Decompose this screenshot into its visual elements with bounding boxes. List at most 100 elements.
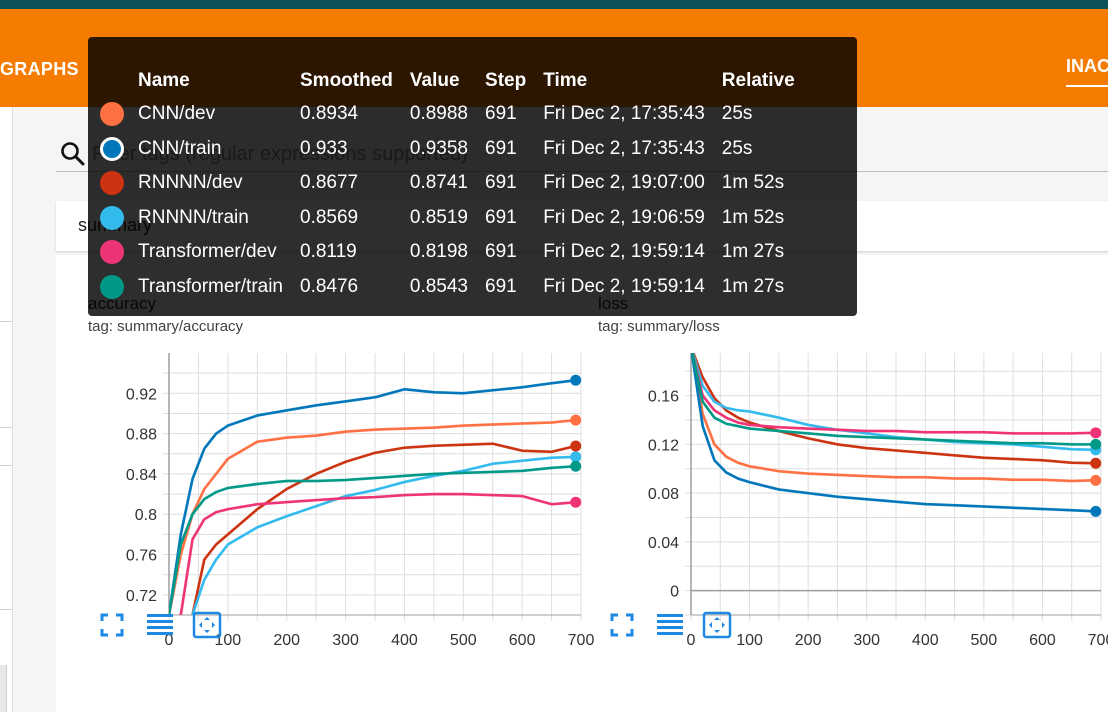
x-tick-label: 600: [509, 632, 536, 649]
tooltip-row: CNN/dev 0.8934 0.8988 691 Fri Dec 2, 17:35:4…: [100, 97, 804, 132]
tooltip-swatch-cell: [100, 235, 130, 270]
tooltip-cell-time: Fri Dec 2, 19:59:14: [543, 275, 705, 297]
sidebar-divider: [0, 321, 12, 322]
tooltip-header-value: Value: [409, 70, 460, 91]
tooltip-cell-time: Fri Dec 2, 17:35:43: [543, 137, 705, 159]
tooltip-cell-value: 0.8741: [409, 172, 469, 194]
tooltip-cell-step: 691: [485, 275, 517, 297]
y-tick-label: 0.08: [648, 486, 679, 503]
tooltip-header-smoothed: Smoothed: [300, 70, 393, 91]
tooltip-cell-name: CNN/train: [138, 137, 222, 159]
x-tick-label: 300: [332, 632, 359, 649]
tooltip-header-name: Name: [138, 70, 190, 91]
tooltip-row: RNNNN/train 0.8569 0.8519 691 Fri Dec 2, 19:…: [100, 201, 804, 236]
tab-inactive[interactable]: INAC: [1066, 56, 1108, 87]
window-top-strip: [0, 0, 1108, 9]
x-tick-label: 600: [1029, 632, 1056, 649]
x-tick-label: 200: [273, 632, 300, 649]
series-raw-line-rnnnn-train: [191, 455, 576, 615]
tooltip-row: Transformer/dev 0.8119 0.8198 691 Fri Dec 2,…: [100, 235, 804, 270]
sidebar-handle[interactable]: [0, 665, 7, 712]
series-endpoint-transformer-dev: [1090, 427, 1102, 439]
fullscreen-icon[interactable]: [97, 610, 127, 640]
x-tick-label: 700: [568, 632, 595, 649]
sidebar-divider: [0, 465, 12, 466]
series-endpoint-transformer-dev: [570, 496, 582, 508]
series-endpoint-rnnnn-dev: [570, 440, 582, 452]
tooltip-cell-name: CNN/dev: [138, 103, 216, 125]
tooltip-cell-name: Transformer/train: [138, 275, 283, 297]
tooltip-cell-time: Fri Dec 2, 19:59:14: [543, 241, 705, 263]
x-tick-label: 0: [687, 632, 696, 649]
series-line-rnnnn-dev: [191, 442, 576, 615]
series-color-swatch: [100, 136, 124, 161]
tooltip-cell-relative: 1m 52s: [721, 206, 785, 228]
fit-domain-icon[interactable]: [702, 610, 732, 640]
y-tick-label: 0.88: [126, 427, 157, 444]
x-tick-label: 400: [391, 632, 418, 649]
tooltip-table: Name Smoothed Value Step Time Relative C…: [100, 65, 804, 304]
tooltip-cell-step: 691: [485, 103, 517, 125]
tooltip-cell-value: 0.8519: [409, 206, 469, 228]
tooltip-swatch-cell: [100, 97, 130, 132]
y-tick-label: 0.72: [126, 588, 157, 605]
fit-domain-icon[interactable]: [192, 610, 222, 640]
tooltip-cell-relative: 25s: [721, 137, 753, 159]
series-color-swatch: [100, 205, 124, 230]
tooltip-cell-relative: 1m 52s: [721, 172, 785, 194]
y-tick-label: 0.12: [648, 437, 679, 454]
series-endpoint-cnn-dev: [570, 414, 582, 426]
tooltip-cell-relative: 1m 27s: [721, 241, 785, 263]
tooltip-cell-relative: 1m 27s: [721, 275, 785, 297]
tab-graphs[interactable]: GRAPHS: [0, 59, 79, 80]
tooltip-cell-step: 691: [485, 137, 517, 159]
x-tick-label: 300: [853, 632, 880, 649]
series-color-swatch: [100, 274, 124, 299]
tooltip-cell-name: RNNNN/train: [138, 206, 249, 228]
sidebar-divider: [0, 427, 12, 428]
tooltip-swatch-cell: [100, 270, 130, 305]
tooltip-cell-value: 0.8543: [409, 275, 469, 297]
tooltip-swatch-cell: [100, 166, 130, 201]
toggle-log-scale-icon[interactable]: [655, 610, 685, 640]
tooltip-header-swatch: [100, 65, 130, 97]
tooltip-swatch-cell: [100, 201, 130, 236]
tooltip-row: RNNNN/dev 0.8677 0.8741 691 Fri Dec 2, 19:07…: [100, 166, 804, 201]
series-endpoint-rnnnn-dev: [1090, 457, 1102, 469]
series-raw-line-rnnnn-dev: [191, 442, 577, 615]
tooltip-swatch-cell: [100, 132, 130, 167]
tooltip-cell-step: 691: [485, 241, 517, 263]
tooltip-header-step: Step: [485, 70, 527, 91]
series-endpoint-cnn-train: [570, 374, 582, 386]
loss-card-tag: tag: summary/loss: [598, 318, 720, 335]
tooltip-header-row: Name Smoothed Value Step Time Relative: [100, 65, 804, 97]
toggle-log-scale-icon[interactable]: [145, 610, 175, 640]
tooltip-header-time: Time: [543, 70, 588, 91]
tooltip-cell-value: 0.8198: [409, 241, 469, 263]
fullscreen-icon[interactable]: [607, 610, 637, 640]
y-tick-label: 0.16: [648, 389, 679, 406]
tooltip-cell-smoothed: 0.8476: [300, 275, 359, 297]
tooltip-cell-smoothed: 0.933: [300, 137, 348, 159]
tooltip-cell-smoothed: 0.8569: [300, 206, 359, 228]
series-line-transformer-train: [169, 465, 576, 615]
y-tick-label: 0.04: [648, 535, 679, 552]
series-endpoint-transformer-train: [1090, 438, 1102, 450]
left-sidebar: [0, 107, 13, 712]
tooltip-cell-value: 0.8988: [409, 103, 469, 125]
series-color-swatch: [100, 102, 124, 127]
y-tick-label: 0.8: [135, 507, 157, 524]
tooltip-cell-step: 691: [485, 206, 517, 228]
tooltip-cell-smoothed: 0.8934: [300, 103, 359, 125]
series-endpoint-rnnnn-train: [570, 451, 582, 463]
sidebar-divider: [0, 609, 12, 610]
search-icon: [61, 142, 85, 166]
y-tick-label: 0.84: [126, 467, 157, 484]
tooltip-cell-relative: 25s: [721, 103, 753, 125]
tooltip-cell-time: Fri Dec 2, 19:07:00: [543, 172, 705, 194]
tooltip-cell-step: 691: [485, 172, 517, 194]
tooltip-cell-smoothed: 0.8677: [300, 172, 359, 194]
series-endpoint-cnn-train: [1090, 505, 1102, 517]
tooltip-cell-time: Fri Dec 2, 17:35:43: [543, 103, 705, 125]
tooltip-row: CNN/train 0.933 0.9358 691 Fri Dec 2, 17:35:…: [100, 132, 804, 167]
